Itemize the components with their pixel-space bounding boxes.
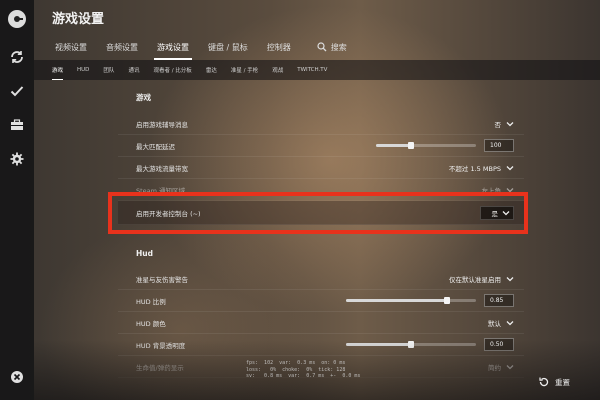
subtab-game[interactable]: 游戏: [52, 66, 64, 80]
setting-row: 准星与友伤害警告 仅在默认准星启用: [118, 268, 524, 290]
refresh-icon: [11, 51, 23, 63]
slider-track[interactable]: [376, 142, 476, 149]
settings-content: 游戏 启用游戏辅导消息 否 最大匹配延迟 100 最大游戏流量带宽 不超过 1.…: [118, 84, 524, 378]
briefcase-icon: [11, 119, 23, 130]
game-logo-icon: [8, 10, 26, 28]
slider-handle[interactable]: [444, 297, 451, 304]
section-title-hud: Hud: [136, 249, 153, 258]
exit-button[interactable]: [0, 360, 34, 394]
chevron-down-icon: [506, 121, 514, 126]
slider-control: 0.85: [346, 294, 514, 307]
setting-dropdown[interactable]: 简约: [488, 362, 514, 372]
home-button[interactable]: [0, 2, 34, 36]
setting-dropdown[interactable]: 左上角: [482, 185, 515, 195]
refresh-button[interactable]: [0, 40, 34, 74]
setting-label: HUD 比例: [136, 297, 166, 306]
chevron-down-icon: [506, 364, 514, 369]
netgraph-overlay: fps: 102 var: 0.3 ms on: 0 ms loss: 0% ch…: [246, 360, 360, 380]
value-input[interactable]: 100: [484, 139, 514, 152]
page-title: 游戏设置: [52, 12, 105, 27]
slider-fill: [346, 343, 411, 346]
chevron-down-icon: [506, 165, 514, 170]
subtab-crosshair[interactable]: 准星 / 手枪: [231, 66, 258, 74]
dropdown-value: 默认: [488, 319, 501, 328]
setting-dropdown[interactable]: 仅在默认准星启用: [449, 274, 514, 284]
slider-control: 100: [376, 139, 514, 152]
setting-row: HUD 背景透明度 0.50: [118, 334, 524, 356]
developer-console-dropdown[interactable]: 是: [480, 205, 514, 220]
search-button[interactable]: 搜索: [317, 42, 347, 53]
setting-dropdown[interactable]: 否: [495, 119, 515, 129]
setting-dropdown[interactable]: 默认: [488, 318, 514, 328]
setting-label: Steam 通知区域: [136, 186, 186, 195]
chevron-down-icon: [506, 187, 514, 192]
slider-track[interactable]: [346, 297, 476, 304]
setting-label: HUD 背景透明度: [136, 341, 186, 350]
netgraph-line: sv: 0.8 ms var: 0.7 ms +- 0.0 ms: [246, 373, 361, 379]
gear-icon: [10, 152, 24, 166]
dropdown-value: 否: [494, 120, 502, 129]
subtab-radar[interactable]: 雷达: [206, 66, 217, 74]
confirm-button[interactable]: [0, 74, 34, 108]
setting-label: 准星与友伤害警告: [136, 275, 188, 284]
checkmark-icon: [10, 86, 24, 97]
search-label: 搜索: [330, 42, 347, 52]
setting-label: 最大匹配延迟: [136, 142, 175, 151]
dropdown-value: 不超过 1.5 MBPS: [448, 164, 501, 173]
setting-row: HUD 颜色 默认: [118, 312, 524, 334]
subtab-spectator[interactable]: 观战: [272, 66, 283, 74]
setting-label: HUD 颜色: [136, 319, 166, 328]
dropdown-value: 是: [491, 209, 499, 218]
subtab-hud[interactable]: HUD: [77, 67, 89, 73]
slider-handle[interactable]: [408, 142, 414, 149]
main-tabs: 视频设置 音频设置 游戏设置 键盘 / 鼠标 控制器 搜索: [50, 38, 347, 60]
setting-dropdown[interactable]: 不超过 1.5 MBPS: [449, 163, 514, 173]
subtab-twitch[interactable]: TWITCH.TV: [297, 67, 327, 73]
settings-button[interactable]: [0, 142, 34, 176]
dropdown-value: 左上角: [481, 186, 502, 195]
netgraph-line: fps: 102 var: 0.3 ms on: 0 ms: [246, 360, 346, 366]
slider-control: 0.50: [346, 338, 514, 351]
chevron-down-icon: [502, 210, 510, 215]
section-title-game: 游戏: [136, 93, 151, 102]
reset-button[interactable]: 重置: [538, 376, 570, 388]
setting-row-developer-console: 启用开发者控制台 (~) 是: [118, 201, 524, 225]
search-icon: [317, 42, 327, 52]
tab-keyboard-mouse[interactable]: 键盘 / 鼠标: [203, 40, 253, 55]
chevron-down-icon: [506, 320, 514, 325]
slider-fill: [346, 299, 448, 302]
setting-row: 最大游戏流量带宽 不超过 1.5 MBPS: [118, 157, 524, 179]
value-input[interactable]: 0.85: [484, 294, 514, 307]
left-sidebar: [0, 0, 34, 400]
setting-label: 生命值/弹药显示: [136, 363, 184, 372]
tab-game[interactable]: 游戏设置: [152, 40, 194, 60]
setting-row: HUD 比例 0.85: [118, 290, 524, 312]
tab-video[interactable]: 视频设置: [50, 40, 92, 55]
reset-label: 重置: [555, 377, 570, 387]
chevron-down-icon: [506, 276, 514, 281]
tab-controller[interactable]: 控制器: [262, 40, 296, 55]
dropdown-value: 简约: [488, 363, 501, 372]
dropdown-value: 仅在默认准星启用: [449, 275, 501, 284]
setting-row: 最大匹配延迟 100: [118, 135, 524, 157]
close-circle-icon: [11, 371, 23, 383]
slider-track[interactable]: [346, 341, 476, 348]
tab-audio[interactable]: 音频设置: [101, 40, 143, 55]
slider-handle[interactable]: [408, 341, 414, 348]
sub-tabs: 游戏 HUD 团队 通讯 观看者 / 比分板 雷达 准星 / 手枪 观战 TWI…: [34, 60, 600, 80]
subtab-team[interactable]: 团队: [103, 66, 114, 74]
setting-label: 启用开发者控制台 (~): [136, 209, 201, 218]
subtab-scoreboard[interactable]: 观看者 / 比分板: [153, 66, 191, 74]
setting-row: 启用游戏辅导消息 否: [118, 113, 524, 135]
setting-row: Steam 通知区域 左上角: [118, 179, 524, 201]
setting-label: 最大游戏流量带宽: [136, 164, 188, 173]
inventory-button[interactable]: [0, 108, 34, 142]
value-input[interactable]: 0.50: [484, 338, 514, 351]
setting-label: 启用游戏辅导消息: [136, 120, 188, 129]
reset-icon: [539, 377, 549, 387]
slider-fill: [376, 144, 411, 147]
subtab-communication[interactable]: 通讯: [128, 66, 139, 74]
